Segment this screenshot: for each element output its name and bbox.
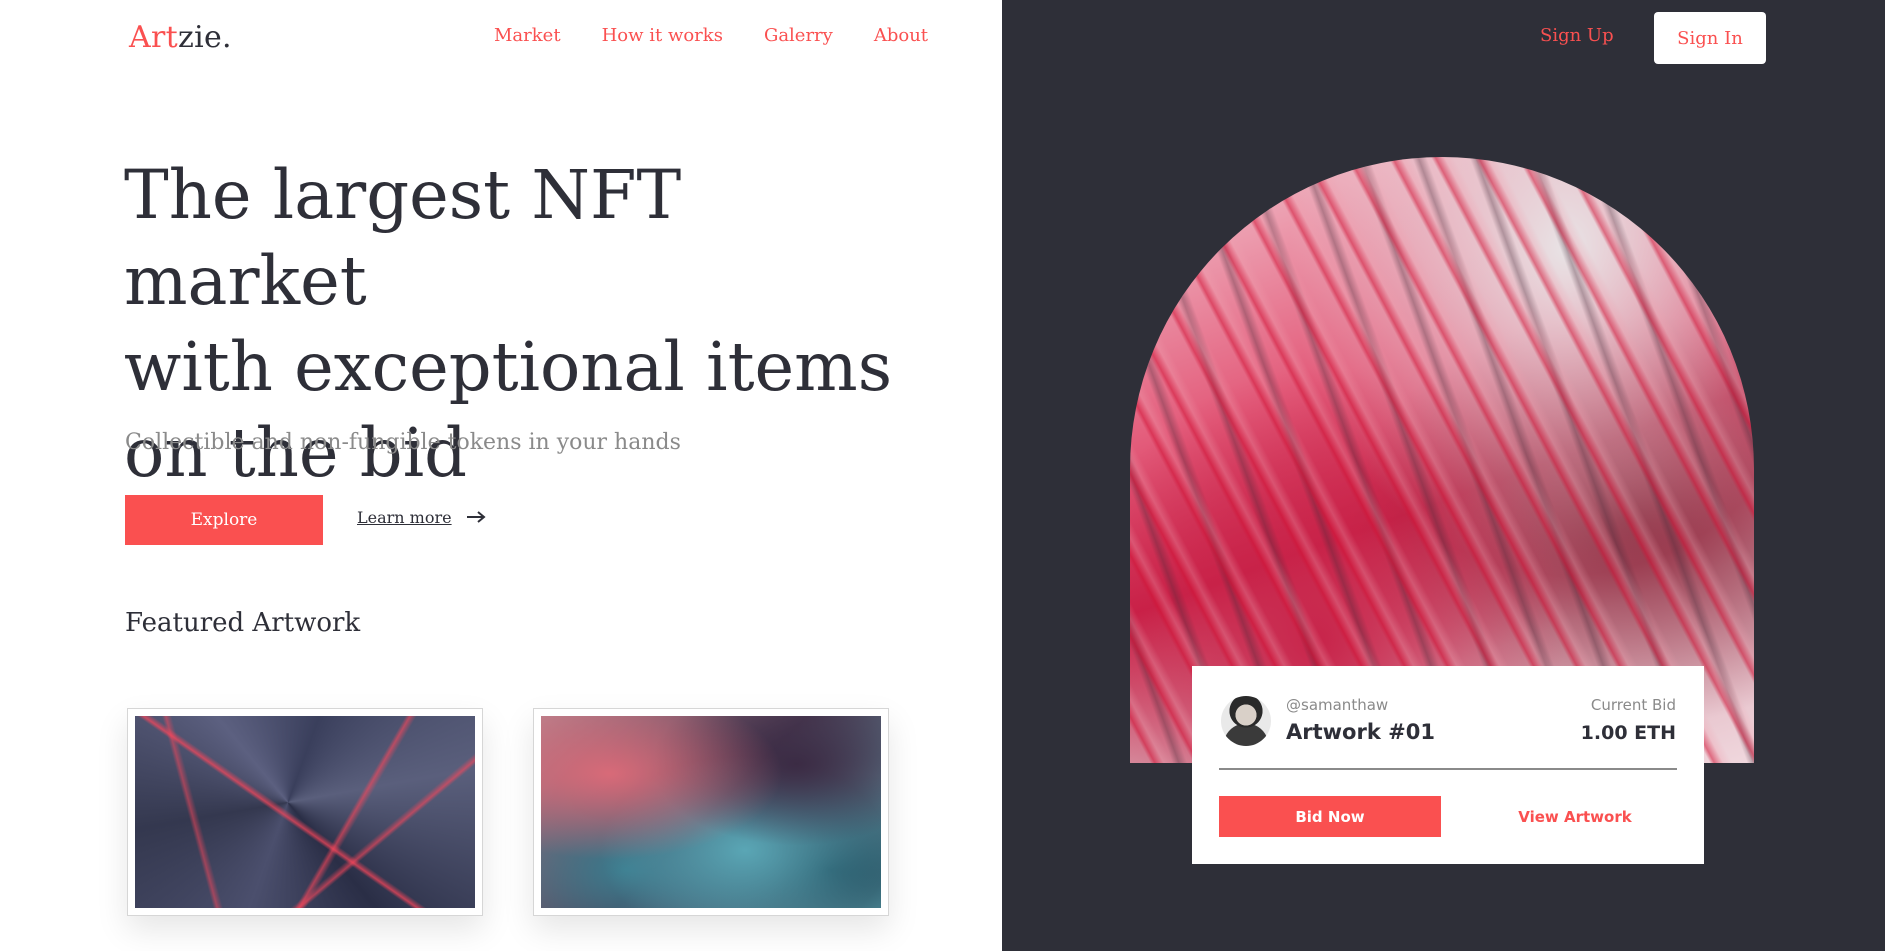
artwork-thumbnail-geometric <box>135 716 475 908</box>
bid-now-button[interactable]: Bid Now <box>1219 796 1441 837</box>
learn-more-label: Learn more <box>357 508 452 527</box>
sign-in-button[interactable]: Sign In <box>1654 12 1766 64</box>
nav-item-gallery[interactable]: Galerry <box>764 25 833 46</box>
featured-artwork-card[interactable] <box>533 708 889 916</box>
sign-up-link[interactable]: Sign Up <box>1540 25 1614 46</box>
learn-more-link[interactable]: Learn more <box>357 508 486 527</box>
logo[interactable]: Artzie. <box>129 20 232 55</box>
arrow-right-icon <box>466 508 486 527</box>
main-nav: Market How it works Galerry About <box>494 25 969 46</box>
avatar <box>1221 696 1271 746</box>
bid-card: @samanthaw Artwork #01 Current Bid 1.00 … <box>1192 666 1704 864</box>
hero-subtitle: Collectible and non-fungible tokens in y… <box>125 430 681 455</box>
hero-title-line-1: The largest NFT market <box>124 156 682 320</box>
nav-item-market[interactable]: Market <box>494 25 561 46</box>
divider <box>1219 768 1677 770</box>
artwork-name: Artwork #01 <box>1286 720 1435 744</box>
view-artwork-button[interactable]: View Artwork <box>1475 796 1675 837</box>
current-bid-label: Current Bid <box>1590 696 1676 714</box>
nav-item-about[interactable]: About <box>874 25 928 46</box>
current-bid-value: 1.00 ETH <box>1580 722 1676 744</box>
nav-item-how-it-works[interactable]: How it works <box>602 25 723 46</box>
artwork-thumbnail-smoke <box>541 716 881 908</box>
featured-artwork-card[interactable] <box>127 708 483 916</box>
explore-button[interactable]: Explore <box>125 495 323 545</box>
featured-heading: Featured Artwork <box>125 608 361 638</box>
hero-title-line-2: with exceptional items <box>124 328 893 406</box>
logo-rest: zie. <box>177 20 232 55</box>
logo-accent: Art <box>129 20 178 55</box>
artist-username: @samanthaw <box>1286 696 1389 714</box>
